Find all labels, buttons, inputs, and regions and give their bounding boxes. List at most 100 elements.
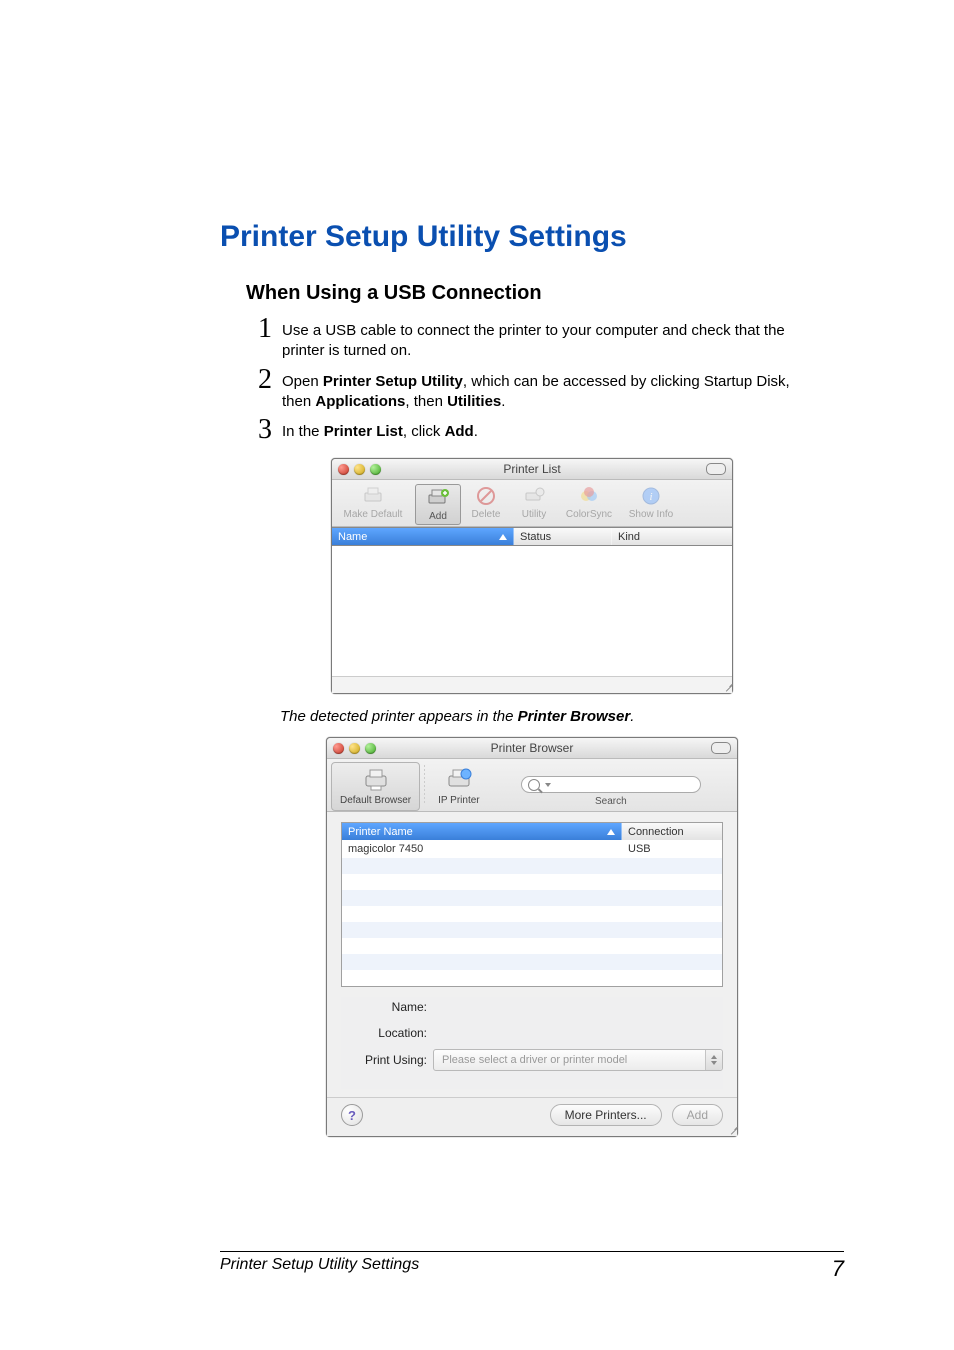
bold: Printer List (324, 423, 403, 440)
toolbar-toggle-icon[interactable] (711, 742, 731, 754)
resize-handle-icon[interactable] (724, 1123, 736, 1135)
delete-button[interactable]: Delete (462, 483, 510, 526)
text: The detected printer appears in the (280, 708, 518, 725)
step-2: 2 Open Printer Setup Utility, which can … (246, 366, 844, 413)
label: Make Default (344, 509, 403, 520)
resize-handle-icon[interactable] (719, 680, 731, 692)
printer-table: Printer Name Connection magicolor 7450 U… (341, 822, 723, 987)
document-page: Printer Setup Utility Settings When Usin… (0, 0, 954, 1350)
location-label: Location: (341, 1026, 433, 1040)
page-number: 7 (832, 1256, 844, 1282)
label: Printer Name (348, 826, 413, 838)
step-text: Open Printer Setup Utility, which can be… (282, 366, 792, 413)
sort-asc-icon (499, 534, 507, 540)
table-row[interactable]: magicolor 7450 USB (342, 840, 722, 858)
step-text: In the Printer List, click Add. (282, 416, 478, 442)
page-title: Printer Setup Utility Settings (220, 220, 844, 254)
window-title: Printer List (332, 462, 732, 476)
label: Utility (522, 509, 546, 520)
minimize-icon[interactable] (354, 464, 365, 475)
toolbar: Default Browser IP Printer Search (327, 759, 737, 812)
text: . (474, 423, 478, 440)
label: IP Printer (438, 795, 480, 806)
help-icon: ? (348, 1108, 356, 1123)
tab-ip-printer[interactable]: IP Printer (429, 762, 489, 811)
column-headers[interactable]: Name Status Kind (332, 527, 732, 546)
search-icon (528, 779, 540, 791)
minimize-icon[interactable] (349, 743, 360, 754)
select-stepper-icon (705, 1050, 722, 1070)
titlebar[interactable]: Printer List (332, 459, 732, 480)
label: Add (687, 1108, 708, 1122)
label: Delete (472, 509, 501, 520)
bottom-row: ? More Printers... Add (327, 1097, 737, 1136)
text: . (501, 393, 505, 410)
label: Show Info (629, 509, 673, 520)
add-button[interactable]: Add (672, 1104, 723, 1126)
label: Name (338, 531, 367, 543)
show-info-button[interactable]: i Show Info (620, 483, 682, 526)
select-value: Please select a driver or printer model (442, 1054, 627, 1066)
bold: Applications (315, 393, 405, 410)
step-text: Use a USB cable to connect the printer t… (282, 315, 792, 362)
bold: Add (445, 423, 474, 440)
info-icon: i (624, 483, 678, 509)
button-group: More Printers... Add (550, 1104, 723, 1126)
window-title: Printer Browser (327, 741, 737, 755)
ip-printer-icon (438, 765, 480, 795)
printer-list-window: Printer List Make Default Add Delete (331, 458, 733, 694)
colorsync-button[interactable]: ColorSync (558, 483, 620, 526)
make-default-button[interactable]: Make Default (332, 483, 414, 526)
column-status[interactable]: Status (514, 528, 612, 545)
row-stripe (342, 874, 722, 890)
column-printer-name[interactable]: Printer Name (342, 823, 622, 840)
status-bar (332, 676, 732, 693)
column-name[interactable]: Name (332, 528, 514, 545)
close-icon[interactable] (338, 464, 349, 475)
label: Add (429, 511, 447, 522)
toolbar-toggle-icon[interactable] (706, 463, 726, 475)
column-kind[interactable]: Kind (612, 528, 732, 545)
caption: The detected printer appears in the Prin… (280, 708, 844, 725)
printer-add-icon (420, 485, 456, 511)
row-stripe (342, 890, 722, 906)
utility-button[interactable]: Utility (510, 483, 558, 526)
step-number: 2 (246, 366, 272, 394)
print-using-select[interactable]: Please select a driver or printer model (433, 1049, 723, 1071)
tab-default-browser[interactable]: Default Browser (331, 762, 420, 811)
text: In the (282, 423, 324, 440)
search-input[interactable] (521, 776, 701, 793)
page-footer: Printer Setup Utility Settings 7 (220, 1251, 844, 1282)
print-using-label: Print Using: (341, 1053, 433, 1067)
chevron-down-icon (545, 783, 551, 787)
footer-text: Printer Setup Utility Settings (220, 1256, 419, 1282)
more-printers-button[interactable]: More Printers... (550, 1104, 662, 1126)
window-controls (338, 464, 381, 475)
sort-asc-icon (607, 829, 615, 835)
bold: Printer Setup Utility (323, 373, 463, 390)
text: , then (405, 393, 447, 410)
step-1: 1 Use a USB cable to connect the printer… (246, 315, 844, 362)
column-connection[interactable]: Connection (622, 823, 722, 840)
location-field[interactable] (433, 1023, 723, 1043)
form-row-name: Name: (341, 997, 723, 1017)
printer-form: Name: Location: Print Using: Please sele… (341, 997, 723, 1089)
printer-icon (336, 483, 410, 509)
column-headers[interactable]: Printer Name Connection (342, 823, 722, 840)
add-button[interactable]: Add (415, 484, 461, 525)
row-stripe (342, 938, 722, 954)
titlebar[interactable]: Printer Browser (327, 738, 737, 759)
close-icon[interactable] (333, 743, 344, 754)
name-field[interactable] (433, 997, 723, 1017)
default-browser-icon (340, 765, 411, 795)
name-label: Name: (341, 1000, 433, 1014)
label: More Printers... (565, 1108, 647, 1122)
zoom-icon[interactable] (370, 464, 381, 475)
zoom-icon[interactable] (365, 743, 376, 754)
svg-text:i: i (649, 491, 652, 503)
bold: Printer Browser (518, 708, 631, 725)
label: Search (595, 796, 627, 807)
row-stripe (342, 858, 722, 874)
form-row-print-using: Print Using: Please select a driver or p… (341, 1049, 723, 1071)
help-button[interactable]: ? (341, 1104, 363, 1126)
